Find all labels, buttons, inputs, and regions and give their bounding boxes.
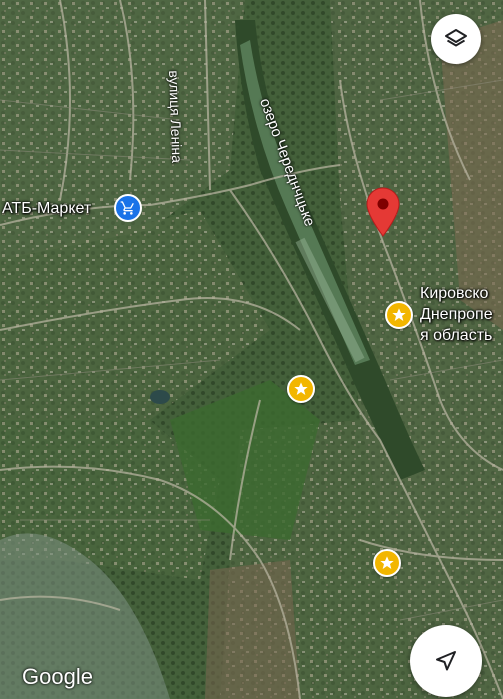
navigation-arrow-icon [436, 651, 456, 671]
shopping-cart-icon [120, 201, 134, 215]
my-location-button[interactable] [410, 625, 482, 697]
star-icon [294, 382, 308, 395]
street-label: вулиця Леніна [166, 70, 186, 164]
star-icon [392, 308, 406, 321]
saved-place-pin[interactable] [385, 301, 413, 329]
saved-place-pin[interactable] [287, 375, 315, 403]
layers-button[interactable] [431, 14, 481, 64]
layers-icon [445, 29, 467, 47]
city-label-line-2: Днепропе [420, 306, 493, 323]
satellite-map[interactable] [0, 0, 503, 699]
city-label[interactable]: Кировско Днепропе я область [420, 283, 503, 346]
store-pin[interactable] [114, 194, 142, 222]
selected-location-pin[interactable] [366, 187, 400, 237]
saved-place-pin[interactable] [373, 549, 401, 577]
city-label-line-3: я область [420, 327, 493, 344]
store-label[interactable]: АТБ-Маркет [2, 200, 91, 218]
google-attribution: Google [22, 664, 93, 689]
city-label-line-1: Кировско [420, 285, 489, 302]
star-icon [380, 556, 394, 569]
